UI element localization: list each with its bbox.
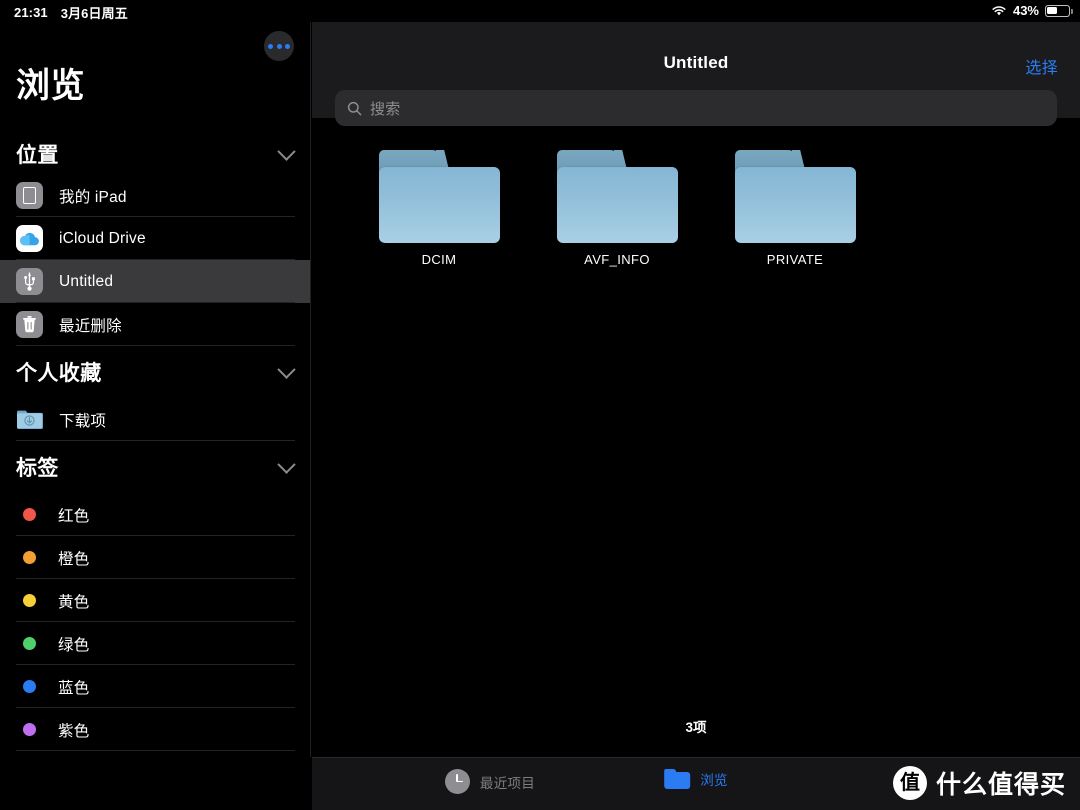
clock-icon (444, 769, 470, 794)
files-app-window: 21:31 3月6日周五 43% 浏览 位置 我的 iPad iCloud Dr… (0, 0, 1080, 810)
folder-icon (556, 150, 678, 243)
watermark-logo: 值 (892, 766, 927, 800)
sidebar-item-label: 黄色 (58, 593, 90, 611)
tag-dot-icon (23, 680, 36, 693)
sidebar-item-tag-yellow[interactable]: 黄色 (0, 579, 310, 622)
sidebar-item-label: Untitled (59, 272, 114, 290)
sidebar-item-label: 红色 (58, 507, 90, 525)
sidebar-item-label: 橙色 (58, 550, 90, 568)
status-bar-right: 43% (991, 3, 1073, 18)
tab-recents[interactable]: 最近项目 (315, 769, 665, 794)
file-item-label: AVF_INFO (584, 252, 650, 267)
section-header-locations[interactable]: 位置 (0, 134, 310, 174)
folder-icon (378, 150, 500, 243)
page-title: Untitled (663, 53, 729, 72)
status-bar: 21:31 3月6日周五 43% (0, 0, 1080, 22)
sidebar-item-recently-deleted[interactable]: 最近删除 (0, 303, 310, 346)
sidebar-item-icloud-drive[interactable]: iCloud Drive (0, 217, 310, 260)
select-button[interactable]: 选择 (1025, 54, 1058, 78)
chevron-down-icon[interactable] (277, 141, 296, 161)
file-item-label: PRIVATE (766, 252, 824, 267)
tab-browse[interactable]: 浏览 (664, 769, 728, 789)
sidebar: 浏览 位置 我的 iPad iCloud Drive Untitled 最近删除… (0, 22, 311, 757)
sidebar-item-label: 绿色 (58, 636, 90, 654)
file-item-dcim[interactable]: DCIM (350, 150, 528, 267)
sidebar-item-label: 我的 iPad (59, 188, 127, 206)
tag-dot-icon (23, 508, 36, 521)
sidebar-section-tags: 标签 红色 橙色 黄色 绿色 蓝色 紫色 (0, 441, 310, 751)
chevron-down-icon[interactable] (277, 359, 296, 379)
watermark-text: 什么值得买 (935, 771, 1066, 799)
battery-percent-label: 43% (1012, 3, 1039, 18)
section-title: 标签 (16, 457, 59, 480)
content-header: Untitled 选择 搜索 (312, 22, 1080, 126)
sidebar-item-label: iCloud Drive (59, 229, 146, 247)
tag-dot-icon (23, 551, 36, 564)
section-header-favorites[interactable]: 个人收藏 (0, 346, 310, 398)
sidebar-item-my-ipad[interactable]: 我的 iPad (0, 174, 310, 217)
tag-dot-icon (23, 723, 36, 736)
ipad-icon (16, 182, 43, 209)
sidebar-sections: 位置 我的 iPad iCloud Drive Untitled 最近删除 个人… (0, 134, 310, 751)
watermark: 值 什么值得买 (892, 765, 1066, 801)
tag-dot-icon (23, 594, 36, 607)
sidebar-item-tag-orange[interactable]: 橙色 (0, 536, 310, 579)
tab-label: 浏览 (700, 773, 728, 788)
wifi-icon (991, 5, 1007, 17)
sidebar-item-label: 下载项 (59, 412, 107, 430)
downloads-folder-icon (16, 409, 43, 430)
trash-icon (16, 311, 43, 338)
sidebar-section-favorites: 个人收藏 下载项 (0, 346, 310, 441)
file-item-label: DCIM (421, 252, 457, 267)
sidebar-title: 浏览 (16, 67, 85, 105)
search-icon (347, 101, 362, 116)
folder-icon (664, 769, 691, 789)
chevron-down-icon[interactable] (277, 454, 296, 474)
icloud-icon (16, 225, 43, 252)
sidebar-item-tag-purple[interactable]: 紫色 (0, 708, 310, 751)
sidebar-item-downloads[interactable]: 下载项 (0, 398, 310, 441)
folder-icon (734, 150, 856, 243)
section-title: 位置 (16, 144, 59, 167)
sidebar-item-label: 蓝色 (58, 679, 90, 697)
search-placeholder: 搜索 (370, 100, 401, 118)
section-header-tags[interactable]: 标签 (0, 441, 310, 493)
status-time: 21:31 (14, 5, 48, 20)
file-grid: DCIM AVF_INFO PRIVATE 3项 (312, 118, 1080, 757)
tag-dot-icon (23, 637, 36, 650)
sidebar-item-tag-blue[interactable]: 蓝色 (0, 665, 310, 708)
sidebar-item-tag-red[interactable]: 红色 (0, 493, 310, 536)
sidebar-section-locations: 位置 我的 iPad iCloud Drive Untitled 最近删除 (0, 134, 310, 346)
content-panel: Untitled 选择 搜索 DCIM AVF_INFO PRIVATE 3项 (312, 22, 1080, 757)
sidebar-item-label: 紫色 (58, 722, 90, 740)
sidebar-item-label: 最近删除 (59, 317, 122, 335)
status-date: 3月6日周五 (60, 6, 128, 21)
more-ellipsis-icon[interactable] (264, 31, 294, 61)
usb-drive-icon (16, 268, 43, 295)
battery-icon (1045, 4, 1073, 17)
file-item-private[interactable]: PRIVATE (706, 150, 884, 267)
sidebar-item-untitled[interactable]: Untitled (0, 260, 310, 303)
file-item-avf-info[interactable]: AVF_INFO (528, 150, 706, 267)
sidebar-item-tag-green[interactable]: 绿色 (0, 622, 310, 665)
item-count-label: 3项 (685, 720, 707, 735)
tab-label: 最近项目 (479, 775, 536, 791)
status-bar-left: 21:31 3月6日周五 (14, 3, 128, 22)
section-title: 个人收藏 (16, 362, 102, 385)
